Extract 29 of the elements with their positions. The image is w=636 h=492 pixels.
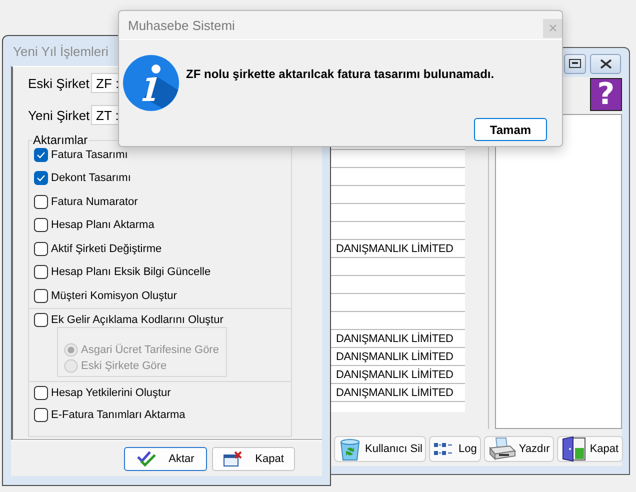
toolbar-button[interactable]: Kullanıcı Sil [334, 436, 426, 462]
toolbar-button[interactable]: Yazdır [484, 436, 554, 462]
table-cell-text: DANIŞMANLIK LİMİTED [335, 386, 454, 398]
checkbox-label[interactable]: Fatura Numarator [51, 196, 138, 208]
checkbox-label[interactable]: Dekont Tasarımı [51, 172, 131, 184]
checkbox-label[interactable]: Fatura Tasarımı [51, 148, 128, 161]
dialog-button[interactable]: Kapat [212, 447, 295, 471]
checkbox-label[interactable]: Hesap Yetkilerini Oluştur [51, 386, 171, 398]
checkbox-label[interactable]: E-Fatura Tanımları Aktarma [51, 408, 186, 420]
dialog-button[interactable]: Aktar [124, 447, 207, 471]
message-text: ZF nolu şirkette aktarılcak fatura tasarımı bulunamadı. [186, 67, 494, 81]
checkbox-label[interactable]: Aktif Şirketi Değiştirme [51, 242, 162, 255]
window-title: Yeni Yıl İşlemleri [13, 44, 108, 58]
dialog-title: Muhasebe Sistemi [128, 18, 235, 32]
checkbox-label[interactable]: Hesap Planı Eksik Bilgi Güncelle [51, 266, 211, 278]
checkbox-label[interactable]: Müşteri Komisyon Oluştur [51, 290, 177, 302]
table-cell-text: DANIŞMANLIK LİMİTED [335, 332, 454, 344]
table-cell-text: DANIŞMANLIK LİMİTED [335, 368, 454, 380]
help-button[interactable]: ? [590, 78, 622, 111]
ok-button[interactable]: Tamam [474, 118, 547, 141]
toolbar-button[interactable]: Kapat [556, 436, 623, 462]
toolbar-button[interactable]: Log [429, 436, 481, 462]
table-cell-text: DANIŞMANLIK LİMİTED [335, 350, 454, 362]
field-label: Yeni Şirket [28, 108, 91, 122]
checkbox-label[interactable]: Hesap Planı Aktarma [51, 219, 154, 232]
field-label: Eski Şirket [28, 76, 90, 90]
checkbox-label[interactable]: Ek Gelir Açıklama Kodlarını Oluştur [51, 314, 224, 326]
table-cell-text: DANIŞMANLIK LİMİTED [335, 242, 454, 254]
group-title: Aktarımlar [32, 133, 89, 147]
